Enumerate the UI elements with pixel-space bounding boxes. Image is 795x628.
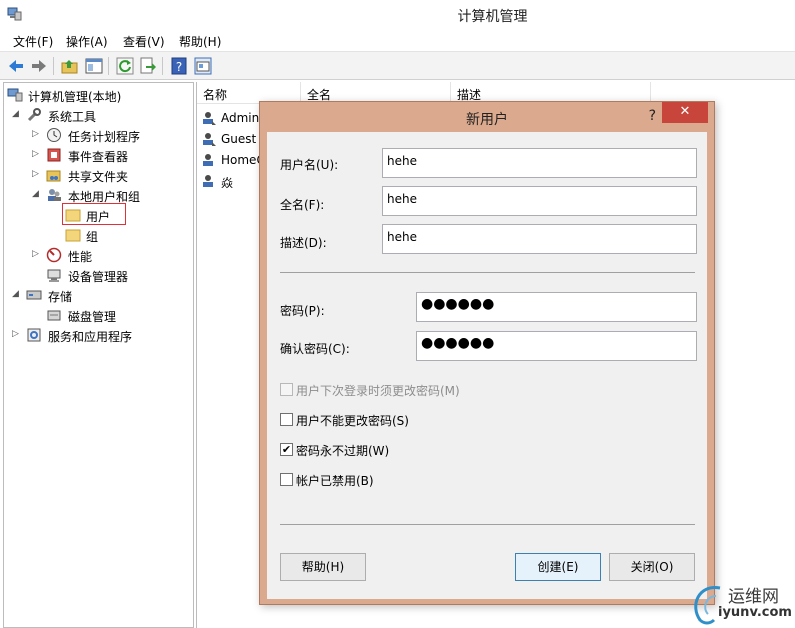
performance-icon — [46, 247, 62, 263]
new-user-dialog: 新用户 ? ✕ 用户名(U): hehe 全名(F): hehe 描述(D): … — [259, 101, 715, 605]
help-button[interactable]: 帮助(H) — [280, 553, 366, 581]
toolbar: ? — [0, 52, 795, 80]
help-question-icon[interactable]: ? — [649, 108, 656, 124]
watermark-text-en: iyunv.com — [718, 605, 792, 620]
window-title: 计算机管理 — [457, 9, 528, 25]
expand-arrow-icon[interactable]: ▷ — [32, 129, 39, 139]
menu-bar: 文件(F) 操作(A) 查看(V) 帮助(H) — [0, 30, 795, 52]
toolbar-separator — [53, 57, 54, 75]
confirm-password-label: 确认密码(C): — [280, 342, 350, 356]
menu-help[interactable]: 帮助(H) — [179, 33, 221, 50]
properties-icon[interactable] — [193, 56, 213, 76]
computer-management-icon — [7, 88, 23, 102]
services-icon — [27, 328, 41, 342]
close-button[interactable]: 关闭(O) — [609, 553, 695, 581]
dialog-title: 新用户 — [466, 112, 508, 128]
back-icon[interactable] — [6, 56, 26, 76]
up-folder-icon[interactable] — [60, 56, 80, 76]
storage-icon — [26, 290, 42, 300]
tree-label: 任务计划程序 — [68, 130, 141, 144]
create-button[interactable]: 创建(E) — [515, 553, 601, 581]
divider — [280, 272, 695, 273]
watermark-logo: 运维网 iyunv.com — [690, 578, 795, 628]
tree-label: 设备管理器 — [68, 270, 129, 284]
username-label: 用户名(U): — [280, 158, 339, 172]
password-input[interactable]: ●●●●●● — [416, 292, 697, 322]
list-item-label: Guest — [221, 132, 257, 146]
checkbox-label: 帐户已禁用(B) — [296, 474, 374, 488]
tree-label: 计算机管理(本地) — [28, 90, 122, 104]
description-input[interactable]: hehe — [382, 224, 697, 254]
tree-label: 事件查看器 — [68, 150, 129, 164]
help-icon[interactable]: ? — [169, 56, 189, 76]
tree-label: 组 — [86, 230, 99, 244]
tree-label: 共享文件夹 — [68, 170, 129, 184]
expand-arrow-icon[interactable]: ▷ — [32, 249, 39, 259]
username-input[interactable]: hehe — [382, 148, 697, 178]
watermark-text-cn: 运维网 — [728, 587, 779, 607]
disk-icon — [47, 310, 61, 321]
divider — [280, 524, 695, 525]
device-manager-icon — [47, 269, 61, 282]
expand-arrow-icon[interactable]: ▷ — [32, 169, 39, 179]
checkbox-label: 密码永不过期(W) — [296, 444, 390, 458]
toolbar-separator — [108, 57, 109, 75]
svg-text:?: ? — [176, 60, 182, 74]
tree-label: 存储 — [48, 290, 73, 304]
event-viewer-icon — [47, 148, 61, 162]
tree-label: 性能 — [68, 250, 93, 264]
checkbox-label: 用户下次登录时须更改密码(M) — [296, 384, 460, 398]
user-icon — [203, 112, 216, 125]
checkbox-box[interactable] — [280, 383, 293, 396]
toolbar-separator — [162, 57, 163, 75]
refresh-icon[interactable] — [115, 56, 135, 76]
menu-action[interactable]: 操作(A) — [66, 33, 108, 50]
user-icon — [203, 154, 213, 166]
checkmark-icon[interactable]: ✔ — [280, 443, 293, 456]
show-hide-tree-icon[interactable] — [84, 56, 104, 76]
collapse-arrow-icon[interactable]: ◢ — [12, 109, 19, 119]
collapse-arrow-icon[interactable]: ◢ — [32, 189, 39, 199]
tree-label: 磁盘管理 — [68, 310, 117, 324]
forward-icon[interactable] — [29, 56, 49, 76]
window-titlebar: 计算机管理 — [0, 0, 795, 30]
list-item-label: Admini — [221, 111, 263, 125]
dialog-body: 用户名(U): hehe 全名(F): hehe 描述(D): hehe 密码(… — [267, 132, 707, 599]
expand-arrow-icon[interactable]: ▷ — [32, 149, 39, 159]
checkbox-box[interactable] — [280, 413, 293, 426]
navigation-tree: 计算机管理(本地) ◢ 系统工具 ▷ 任务计划程序 ▷ 事件查看器 ▷ 共享文件… — [3, 82, 194, 628]
collapse-arrow-icon[interactable]: ◢ — [12, 289, 19, 299]
fullname-label: 全名(F): — [280, 198, 325, 212]
description-label: 描述(D): — [280, 236, 327, 250]
checkbox-box[interactable] — [280, 473, 293, 486]
confirm-password-input[interactable]: ●●●●●● — [416, 331, 697, 361]
tree-label: 系统工具 — [48, 110, 97, 124]
password-label: 密码(P): — [280, 304, 325, 318]
menu-file[interactable]: 文件(F) — [13, 33, 53, 50]
close-icon[interactable]: ✕ — [662, 102, 708, 123]
fullname-input[interactable]: hehe — [382, 186, 697, 216]
user-icon — [203, 133, 216, 146]
tools-icon — [27, 108, 41, 122]
menu-view[interactable]: 查看(V) — [123, 33, 165, 50]
clock-icon — [47, 128, 61, 142]
selection-highlight — [62, 203, 126, 225]
user-icon — [203, 175, 213, 187]
tree-label: 服务和应用程序 — [48, 330, 133, 344]
export-icon[interactable] — [138, 56, 158, 76]
users-group-icon — [48, 189, 61, 201]
list-item-label: 焱 — [221, 176, 234, 190]
dialog-titlebar: 新用户 ? ✕ — [260, 102, 714, 132]
expand-arrow-icon[interactable]: ▷ — [12, 329, 19, 339]
folder-icon — [65, 229, 81, 242]
shared-folder-icon — [46, 170, 61, 182]
checkbox-label: 用户不能更改密码(S) — [296, 414, 409, 428]
